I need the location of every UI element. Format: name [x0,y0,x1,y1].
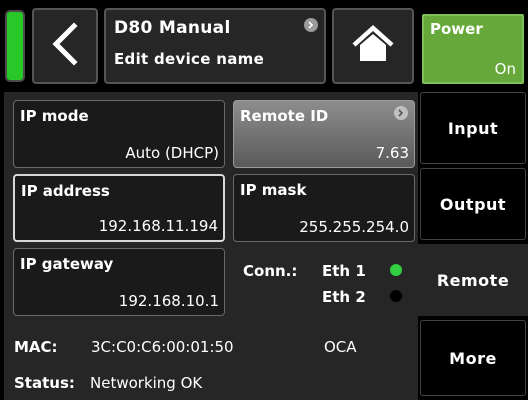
power-label: Power [430,20,483,38]
connection-label: Conn.: [243,262,298,280]
eth1-label: Eth 1 [322,262,366,280]
ip-address-label: IP address [21,182,110,200]
tab-output[interactable]: Output [420,168,526,240]
tab-more[interactable]: More [420,320,526,396]
remote-settings-panel: IP mode Auto (DHCP) Remote ID 7.63 IP ad… [4,92,418,400]
status-led [5,10,25,82]
ip-mode-field[interactable]: IP mode Auto (DHCP) [13,100,225,168]
ip-mask-label: IP mask [240,181,307,199]
remote-id-label: Remote ID [240,107,329,125]
back-button[interactable] [32,8,98,84]
chevron-right-icon [304,18,318,32]
eth2-label: Eth 2 [322,288,366,306]
protocol-label: OCA [324,338,357,356]
device-name: D80 Manual [114,18,231,38]
eth2-status-led [390,290,402,302]
chevron-right-icon [394,106,408,120]
mac-label: MAC: [14,338,58,356]
ip-address-value: 192.168.11.194 [98,217,218,235]
power-state: On [494,60,516,78]
top-bar: D80 Manual Edit device name Power On [0,0,528,90]
device-name-button[interactable]: D80 Manual Edit device name [104,8,326,84]
ip-gateway-field[interactable]: IP gateway 192.168.10.1 [13,248,225,316]
ip-address-field[interactable]: IP address 192.168.11.194 [13,174,225,242]
tab-input[interactable]: Input [420,92,526,164]
edit-device-name-label: Edit device name [114,50,265,68]
ip-mode-label: IP mode [20,107,89,125]
chevron-left-icon [50,22,80,70]
ip-mask-field[interactable]: IP mask 255.255.254.0 [233,174,415,242]
tab-remote[interactable]: Remote [418,244,528,316]
eth1-status-led [390,264,402,276]
ip-gateway-value: 192.168.10.1 [118,292,219,310]
mac-value: 3C:C0:C6:00:01:50 [91,338,234,356]
ip-mode-value: Auto (DHCP) [125,144,219,162]
remote-id-value: 7.63 [375,144,409,162]
home-icon [351,24,395,68]
ip-gateway-label: IP gateway [20,255,114,273]
ip-mask-value: 255.255.254.0 [299,218,409,236]
status-label: Status: [14,374,75,392]
power-button[interactable]: Power On [422,14,524,84]
remote-id-field[interactable]: Remote ID 7.63 [233,100,415,168]
home-button[interactable] [332,8,414,84]
status-value: Networking OK [90,374,203,392]
